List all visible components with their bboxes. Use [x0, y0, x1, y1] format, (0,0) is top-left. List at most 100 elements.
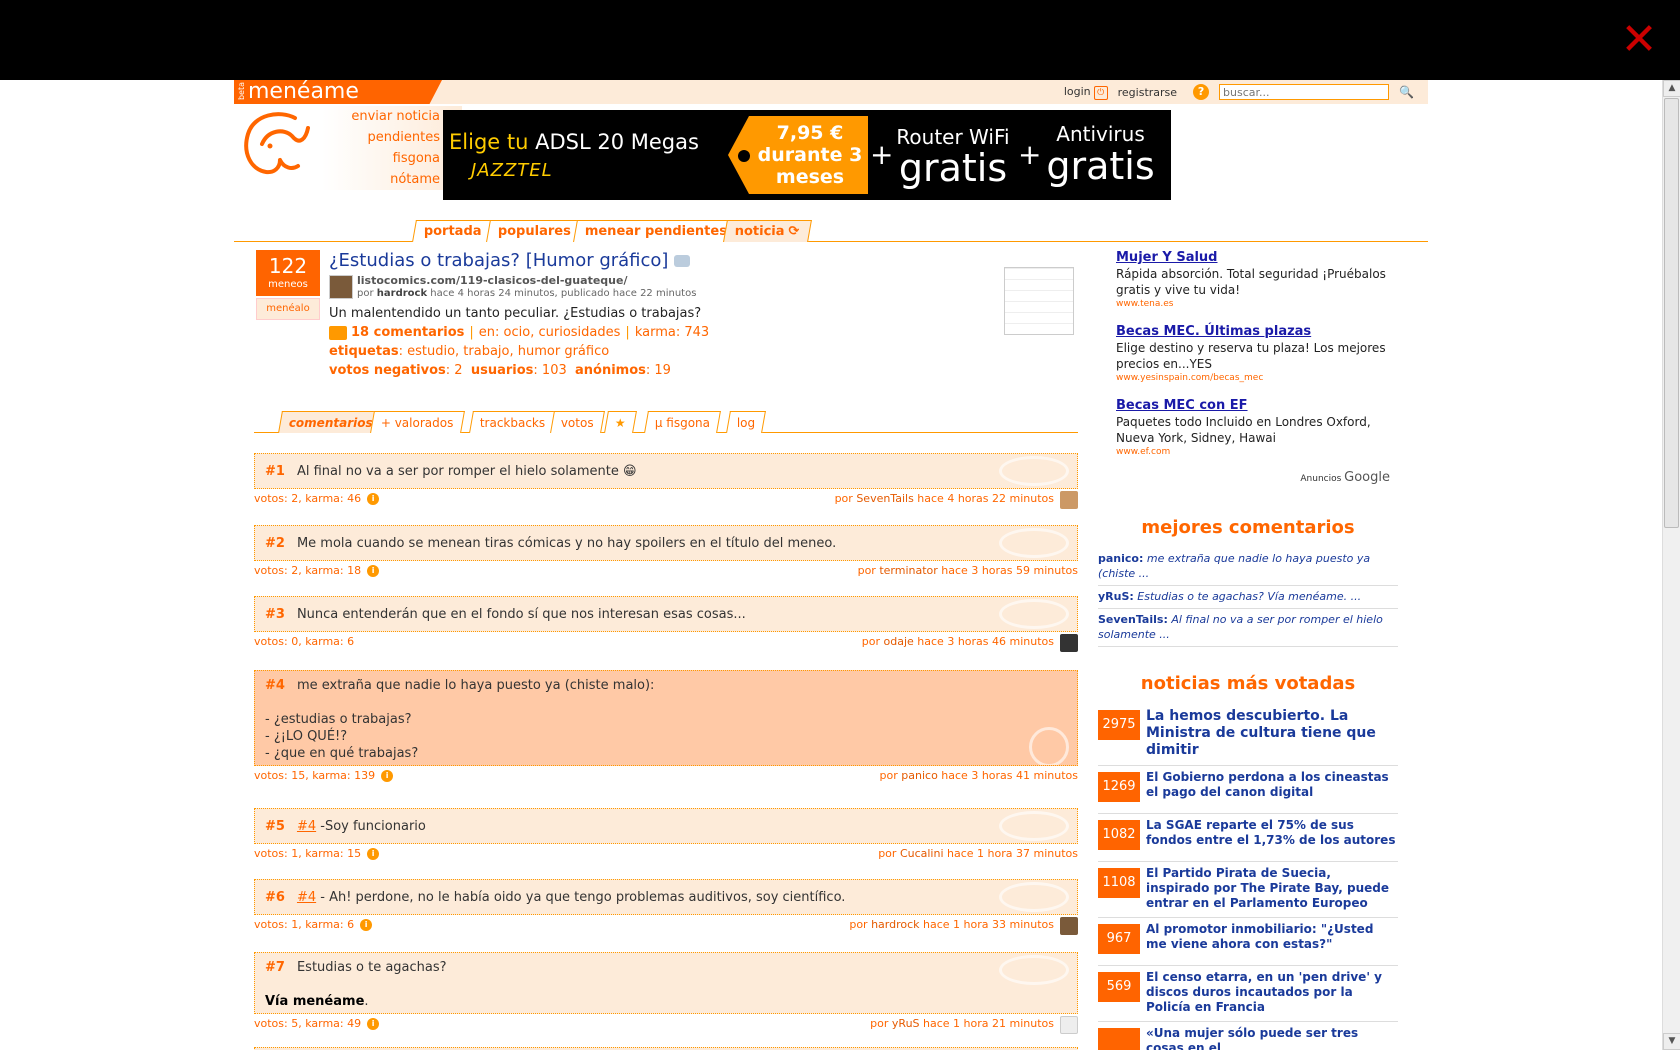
via-meneame-link[interactable]: Vía menéame	[265, 994, 364, 1009]
best-comment[interactable]: yRuS: Estudias o te agachas? Vía menéame…	[1098, 586, 1398, 609]
tab-log[interactable]: log	[726, 411, 767, 433]
story-url[interactable]: listocomics.com/119-clasicos-del-guatequ…	[357, 274, 1029, 287]
side-link-pendientes[interactable]: pendientes	[322, 127, 462, 148]
close-x-icon[interactable]: ✕	[1617, 18, 1661, 62]
comment-user[interactable]: SevenTails	[856, 492, 913, 505]
comment-number[interactable]: #5	[265, 819, 285, 834]
best-comment[interactable]: panico: me extraña que nadie lo haya pue…	[1098, 548, 1398, 586]
tab-populares[interactable]: populares	[486, 220, 583, 242]
top-news-item[interactable]: 1108 El Partido Pirata de Suecia, inspira…	[1098, 862, 1398, 918]
ad-url[interactable]: www.ef.com	[1116, 446, 1398, 458]
category-value[interactable]: ocio, curiosidades	[499, 325, 621, 340]
elephant-logo-icon[interactable]	[240, 110, 315, 180]
karma-value: 743	[680, 325, 710, 340]
avatar[interactable]	[1060, 491, 1078, 509]
avatar[interactable]	[329, 275, 353, 299]
info-icon[interactable]: i	[367, 565, 380, 577]
comments-icon	[329, 325, 347, 340]
side-link-fisgona[interactable]: fisgona	[322, 148, 462, 169]
tab-valorados[interactable]: + valorados	[370, 411, 465, 433]
vertical-scrollbar[interactable]: ▲ ▼	[1662, 80, 1680, 1050]
comment-number[interactable]: #4	[265, 678, 285, 693]
tab-comentarios[interactable]: comentarios	[278, 411, 384, 433]
price-tag: 7,95 € durante 3 meses	[728, 116, 868, 194]
tab-noticia[interactable]: noticia ⟳	[723, 220, 813, 242]
tab-votos[interactable]: votos	[550, 411, 605, 433]
scroll-up-icon[interactable]: ▲	[1663, 80, 1680, 97]
top-news-item[interactable]: 1082 La SGAE reparte el 75% de sus fondos…	[1098, 814, 1398, 862]
ads-by-label: Anuncios	[1300, 474, 1345, 484]
comment-text: Nunca entenderán que en el fondo sí que …	[296, 607, 746, 622]
register-link[interactable]: registrarse	[1118, 86, 1177, 99]
avatar[interactable]	[1060, 634, 1078, 652]
menealo-button[interactable]: menéalo	[256, 298, 320, 320]
comment-user[interactable]: hardrock	[871, 918, 919, 931]
best-user: SevenTails:	[1098, 613, 1168, 626]
tab-label: log	[736, 416, 756, 430]
info-icon[interactable]: i	[367, 493, 380, 505]
logo[interactable]: beta menéame	[234, 80, 442, 104]
ad-url[interactable]: www.yesinspain.com/becas_mec	[1116, 372, 1398, 384]
comment-user[interactable]: Cucalini	[900, 847, 944, 860]
comment-footer: votos: 15, karma: 139 i por panico hace 3 …	[254, 766, 1078, 786]
avatar[interactable]	[1060, 1016, 1078, 1034]
comment-text: - Ah! perdone, no le había oido ya que t…	[316, 890, 846, 905]
comment-number[interactable]: #6	[265, 890, 285, 905]
comment-author-line: por odaje hace 3 horas 46 minutos	[862, 632, 1054, 652]
tab-menear-pendientes[interactable]: menear pendientes	[573, 220, 740, 242]
ads-by-google[interactable]: Anuncios Google	[1098, 470, 1398, 485]
comment-user[interactable]: odaje	[884, 635, 914, 648]
story-title[interactable]: ¿Estudias o trabajas? [Humor gráfico]	[329, 250, 1029, 272]
scroll-down-icon[interactable]: ▼	[1663, 1033, 1680, 1050]
ad-title[interactable]: Becas MEC. Últimas plazas	[1116, 324, 1398, 340]
login-link[interactable]: login ⏻	[1064, 85, 1108, 100]
ad-title[interactable]: Mujer Y Salud	[1116, 250, 1398, 266]
comment-number[interactable]: #1	[265, 464, 285, 479]
comment-user[interactable]: yRuS	[892, 1017, 920, 1030]
ad-title[interactable]: Becas MEC con EF	[1116, 398, 1398, 414]
comment-time: hace 1 hora 37 minutos	[943, 847, 1078, 860]
info-icon[interactable]: i	[367, 848, 380, 860]
info-icon[interactable]: i	[381, 770, 394, 782]
comments-link[interactable]: 18 comentarios	[351, 325, 464, 340]
users-label: usuarios	[470, 363, 534, 378]
comment-ref-link[interactable]: #4	[297, 890, 316, 905]
search-input[interactable]	[1219, 84, 1390, 100]
neg-value: : 2	[445, 363, 463, 378]
jazztel-ad-banner[interactable]: Elige tu ADSL 20 Megas JAZZTEL 7,95 € dur…	[443, 110, 1171, 200]
top-news-item[interactable]: 1269 El Gobierno perdona a los cineastas …	[1098, 766, 1398, 814]
help-icon[interactable]: ?	[1193, 84, 1210, 100]
info-icon[interactable]: i	[367, 1018, 380, 1030]
price-line3: meses	[775, 166, 845, 188]
by-prefix: por	[834, 492, 857, 505]
comment-number[interactable]: #3	[265, 607, 285, 622]
avatar[interactable]	[1060, 917, 1078, 935]
comment-user[interactable]: panico	[901, 769, 938, 782]
best-comment[interactable]: SevenTails: Al final no va a ser por rom…	[1098, 609, 1398, 647]
scroll-thumb[interactable]	[1664, 98, 1679, 528]
tab-fisgona[interactable]: µ fisgona	[644, 411, 722, 433]
comment-body: #6 #4 - Ah! perdone, no le había oido ya …	[254, 879, 1078, 915]
comment-user[interactable]: terminator	[879, 564, 937, 577]
comment-number[interactable]: #2	[265, 536, 285, 551]
story-title-text: ¿Estudias o trabajas? [Humor gráfico]	[329, 250, 669, 271]
tab-portada[interactable]: portada	[412, 220, 494, 242]
tags-value[interactable]: : estudio, trabajo, humor gráfico	[399, 344, 610, 359]
story-thumbnail[interactable]	[1004, 267, 1074, 335]
info-icon[interactable]: i	[360, 919, 373, 931]
ad-url[interactable]: www.tena.es	[1116, 298, 1398, 310]
comment-ref-link[interactable]: #4	[297, 819, 316, 834]
story-author[interactable]: hardrock	[377, 288, 427, 299]
comment-number[interactable]: #7	[265, 960, 285, 975]
main-nav: portada populares menear pendientes noti…	[234, 216, 1428, 242]
top-news-item[interactable]: 569 El censo etarra, en un 'pen drive' y …	[1098, 966, 1398, 1022]
top-news-item[interactable]: 2975 La hemos descubierto. La Ministra de…	[1098, 704, 1398, 766]
top-news-votes: 1082	[1098, 820, 1140, 850]
search-icon[interactable]: 🔍	[1399, 85, 1414, 99]
tab-favorite[interactable]: ★	[604, 411, 637, 433]
tab-trackbacks[interactable]: trackbacks	[469, 411, 557, 433]
top-news-item[interactable]: «Una mujer sólo puede ser tres cosas en …	[1098, 1022, 1398, 1050]
side-link-enviar[interactable]: enviar noticia	[322, 106, 462, 127]
top-news-item[interactable]: 967 Al promotor inmobiliario: "¿Usted me …	[1098, 918, 1398, 966]
side-link-notame[interactable]: nótame	[322, 169, 462, 190]
